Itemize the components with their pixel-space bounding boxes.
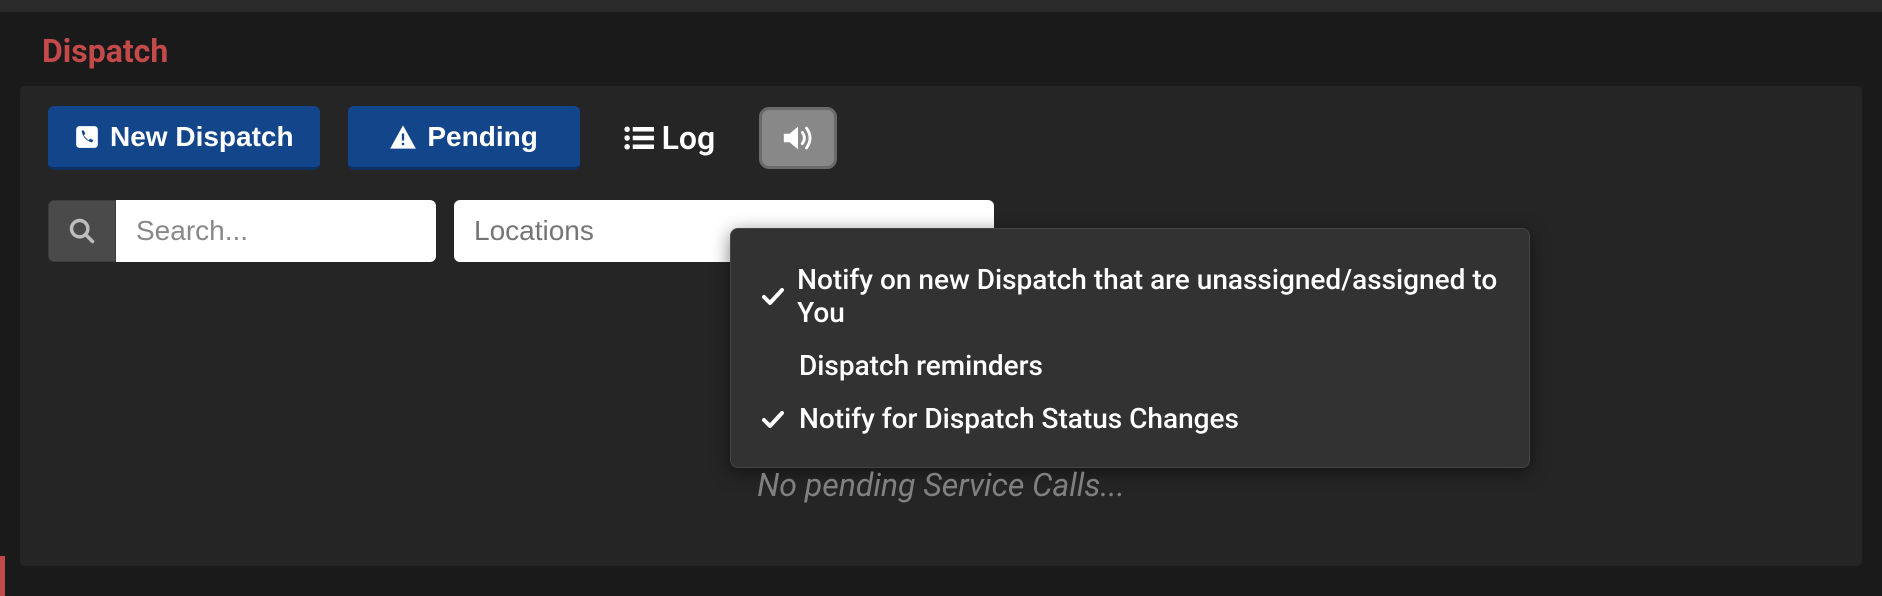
pending-label: Pending [427,121,537,153]
dropdown-item-label: Notify on new Dispatch that are unassign… [797,263,1499,329]
new-dispatch-button[interactable]: New Dispatch [48,106,320,170]
pending-button[interactable]: Pending [348,106,580,170]
log-link[interactable]: Log [624,119,716,157]
phone-icon [74,124,100,150]
search-icon [68,217,96,245]
log-label: Log [662,119,716,157]
dropdown-item-notify-new[interactable]: Notify on new Dispatch that are unassign… [761,253,1499,339]
dropdown-item-status-changes[interactable]: Notify for Dispatch Status Changes [761,392,1499,445]
search-icon-box[interactable] [48,200,116,262]
dropdown-item-label: Dispatch reminders [799,349,1043,382]
search-input[interactable] [116,200,436,262]
check-icon [761,286,785,306]
check-icon [761,409,787,429]
dropdown-item-reminders[interactable]: Dispatch reminders [761,339,1499,392]
search-group [48,200,436,262]
accent-bar [0,556,5,596]
page-title: Dispatch [0,12,1882,86]
sound-settings-button[interactable] [759,107,837,169]
toolbar: New Dispatch Pending [48,106,1834,170]
list-icon [624,125,654,151]
empty-state: No pending Service Calls... [20,466,1862,504]
notification-dropdown: Notify on new Dispatch that are unassign… [730,228,1530,468]
warning-icon [389,124,417,150]
new-dispatch-label: New Dispatch [110,121,294,153]
dropdown-item-label: Notify for Dispatch Status Changes [799,402,1239,435]
speaker-icon [781,123,815,153]
top-bar [0,0,1882,12]
dispatch-panel: New Dispatch Pending [20,86,1862,566]
